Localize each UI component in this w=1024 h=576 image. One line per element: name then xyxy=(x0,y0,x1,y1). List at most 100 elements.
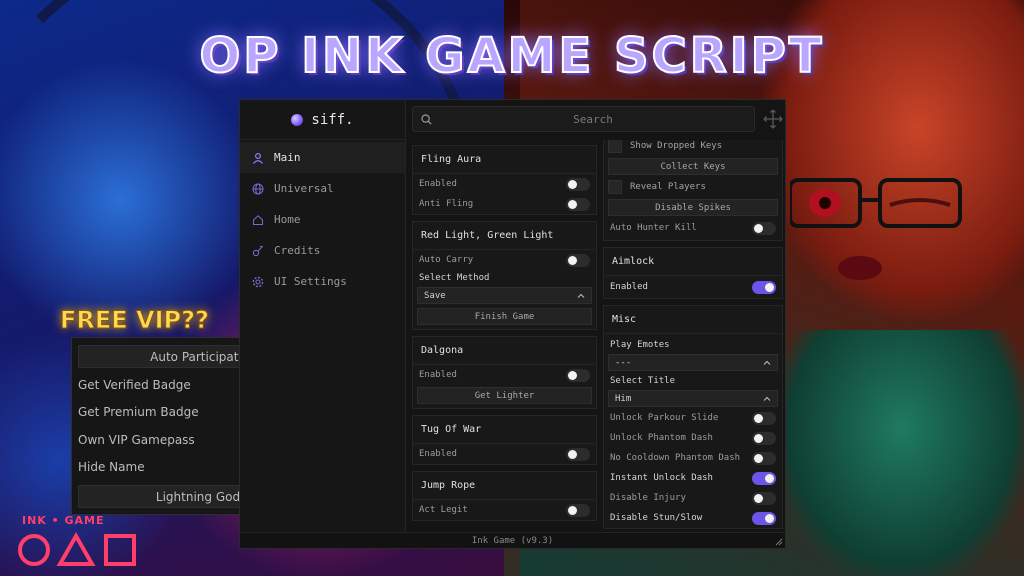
sidebar-item-home[interactable]: Home xyxy=(240,204,405,235)
anti-fling-toggle[interactable] xyxy=(566,197,590,211)
globe-icon xyxy=(252,183,264,194)
row-label: Act Legit xyxy=(419,505,468,515)
sidebar-nav: Main Universal Home Credits UI Settings xyxy=(240,140,405,297)
section-title: Red Light, Green Light xyxy=(413,222,596,250)
unlock-parkour-toggle[interactable] xyxy=(752,411,776,425)
row-label: Disable Stun/Slow xyxy=(610,513,703,523)
section-title: Fling Aura xyxy=(413,146,596,174)
dropdown-value: Him xyxy=(615,393,632,404)
row-dalgona-enabled: Enabled xyxy=(413,365,596,385)
sidebar-item-universal[interactable]: Universal xyxy=(240,173,405,204)
sidebar-item-ui-settings[interactable]: UI Settings xyxy=(240,266,405,297)
row-label: Auto Hunter Kill xyxy=(610,223,697,233)
select-method-label: Select Method xyxy=(419,273,490,283)
section-title: Dalgona xyxy=(413,337,596,365)
ink-game-logo-icon xyxy=(18,531,136,566)
sidebar-item-credits[interactable]: Credits xyxy=(240,235,405,266)
row-unlock-parkour: Unlock Parkour Slide xyxy=(604,408,782,428)
section-red-light-green-light: Red Light, Green Light Auto Carry Select… xyxy=(412,221,597,330)
move-icon[interactable] xyxy=(763,109,783,129)
section-jump-rope: Jump Rope Act Legit xyxy=(412,471,597,521)
play-emotes-dropdown[interactable]: --- xyxy=(608,354,778,371)
row-act-legit: Act Legit xyxy=(413,500,596,520)
auto-hunter-kill-toggle[interactable] xyxy=(752,221,776,235)
section-title: Jump Rope xyxy=(413,472,596,500)
row-disable-stun: Disable Stun/Slow xyxy=(604,508,782,528)
row-label: Auto Carry xyxy=(419,255,474,265)
row-no-cooldown: No Cooldown Phantom Dash xyxy=(604,448,782,468)
sidebar-item-main[interactable]: Main xyxy=(240,142,405,173)
instant-unlock-toggle[interactable] xyxy=(752,471,776,485)
window-footer: Ink Game (v9.3) xyxy=(240,532,785,548)
section-aimlock: Aimlock Enabled xyxy=(603,247,783,299)
section-fling-aura: Fling Aura Enabled Anti Fling xyxy=(412,145,597,215)
section-title: Tug Of War xyxy=(413,416,596,444)
resize-handle-icon[interactable] xyxy=(775,538,783,546)
credits-icon xyxy=(252,245,263,256)
row-label: Instant Unlock Dash xyxy=(610,473,713,483)
section-title: Aimlock xyxy=(604,248,782,276)
free-vip-label: FREE VIP?? xyxy=(60,306,210,335)
character-jacket xyxy=(780,330,1024,576)
row-label: Show Dropped Keys xyxy=(630,141,723,151)
disable-injury-toggle[interactable] xyxy=(752,491,776,505)
disable-spikes-button[interactable]: Disable Spikes xyxy=(608,199,778,216)
row-auto-hunter-kill: Auto Hunter Kill xyxy=(604,218,782,238)
disable-stun-toggle[interactable] xyxy=(752,511,776,525)
no-cooldown-toggle[interactable] xyxy=(752,451,776,465)
auto-carry-toggle[interactable] xyxy=(566,253,590,267)
vip-label-verified: Get Verified Badge xyxy=(78,378,191,392)
row-label: Unlock Phantom Dash xyxy=(610,433,713,443)
show-dropped-keys-checkbox[interactable] xyxy=(608,140,622,153)
reveal-players-checkbox[interactable] xyxy=(608,180,622,194)
unlock-phantom-toggle[interactable] xyxy=(752,431,776,445)
brand-name: siff. xyxy=(311,111,354,128)
user-icon xyxy=(253,152,263,164)
row-anti-fling: Anti Fling xyxy=(413,194,596,214)
row-unlock-phantom: Unlock Phantom Dash xyxy=(604,428,782,448)
vip-label-gamepass: Own VIP Gamepass xyxy=(78,433,195,447)
column-right: Show Dropped Keys Collect Keys Reveal Pl… xyxy=(603,140,783,534)
sidebar-item-label: Main xyxy=(274,151,301,164)
fling-enabled-toggle[interactable] xyxy=(566,177,590,191)
row-disable-injury: Disable Injury xyxy=(604,488,782,508)
sidebar: siff. Main Universal Home Credits UI Set… xyxy=(240,100,406,534)
banner-title: OP INK GAME SCRIPT xyxy=(199,27,825,85)
act-legit-toggle[interactable] xyxy=(566,503,590,517)
select-title-label: Select Title xyxy=(610,376,676,386)
row-label: No Cooldown Phantom Dash xyxy=(610,453,741,463)
vip-label-hide-name: Hide Name xyxy=(78,460,145,474)
row-aimlock-enabled: Enabled xyxy=(604,276,782,298)
search-bar xyxy=(412,106,755,132)
row-label: Anti Fling xyxy=(419,199,474,209)
aimlock-enabled-toggle[interactable] xyxy=(752,280,776,294)
script-window: siff. Main Universal Home Credits UI Set… xyxy=(239,99,786,549)
vip-label-premium: Get Premium Badge xyxy=(78,405,199,419)
gear-icon xyxy=(252,276,264,287)
row-tug-enabled: Enabled xyxy=(413,444,596,464)
row-fling-enabled: Enabled xyxy=(413,174,596,194)
chevron-up-icon xyxy=(577,293,585,298)
brand-logo-icon xyxy=(291,113,304,126)
home-icon xyxy=(253,214,263,225)
get-lighter-button[interactable]: Get Lighter xyxy=(417,387,592,404)
tug-enabled-toggle[interactable] xyxy=(566,447,590,461)
row-reveal-players: Reveal Players xyxy=(604,177,782,197)
sidebar-item-label: UI Settings xyxy=(274,275,347,288)
section-misc-top: Show Dropped Keys Collect Keys Reveal Pl… xyxy=(603,140,783,241)
search-input[interactable] xyxy=(432,112,754,126)
row-label: Enabled xyxy=(419,449,457,459)
play-emotes-label: Play Emotes xyxy=(610,340,670,350)
section-title: Misc xyxy=(604,306,782,334)
search-icon xyxy=(421,113,432,125)
section-misc: Misc Play Emotes --- Select Title Him Un… xyxy=(603,305,783,529)
collect-keys-button[interactable]: Collect Keys xyxy=(608,158,778,175)
row-label: Enabled xyxy=(419,179,457,189)
finish-game-button[interactable]: Finish Game xyxy=(417,308,592,325)
select-title-dropdown[interactable]: Him xyxy=(608,390,778,407)
select-method-dropdown[interactable]: Save xyxy=(417,287,592,304)
row-label: Reveal Players xyxy=(630,182,706,192)
sidebar-item-label: Universal xyxy=(274,182,334,195)
chevron-up-icon xyxy=(763,360,771,365)
dalgona-enabled-toggle[interactable] xyxy=(566,368,590,382)
